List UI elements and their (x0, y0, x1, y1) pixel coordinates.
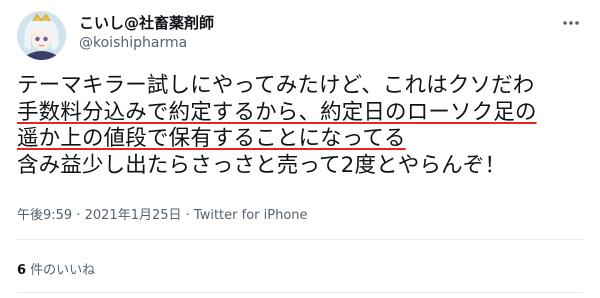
meta-separator: · (181, 208, 194, 223)
tweet-line-2: 手数料分込みで約定するから、約定日のローソク足の (17, 100, 587, 127)
author-display-name[interactable]: こいし@社畜薬剤師 (79, 13, 214, 33)
likes-summary[interactable]: 6 件のいいね (17, 262, 95, 280)
divider (17, 239, 583, 240)
tweet-line-1: テーマキラー試しにやってみたけど、これはクソだわ (17, 73, 535, 98)
author-handle[interactable]: @koishipharma (79, 34, 187, 52)
tweet-date[interactable]: 2021年1月25日 (85, 208, 182, 223)
tweet-line-3: 遥か上の値段で保有することになってる (17, 126, 587, 153)
tweet-line-2-highlighted: 手数料分込みで約定するから、約定日のローソク足の (17, 99, 537, 125)
avatar-image (17, 11, 66, 60)
likes-count: 6 (17, 263, 27, 278)
tweet-line-4: 含み益少し出たらさっさと売って2度とやらんぞ！ (17, 152, 507, 178)
likes-label: 件のいいね (26, 263, 96, 278)
tweet-source[interactable]: Twitter for iPhone (194, 208, 308, 223)
tweet-line-3-highlighted: 遥か上の値段で保有することになってる (17, 126, 406, 151)
avatar[interactable] (17, 11, 66, 60)
tweet-time[interactable]: 午後9:59 (17, 208, 72, 223)
tweet-metadata: 午後9:59 · 2021年1月25日 · Twitter for iPhone (17, 207, 308, 225)
more-options-icon[interactable] (560, 14, 582, 32)
meta-separator: · (72, 208, 85, 223)
divider (17, 292, 583, 293)
tweet-text: テーマキラー試しにやってみたけど、これはクソだわ 手数料分込みで約定するから、約… (17, 73, 587, 179)
